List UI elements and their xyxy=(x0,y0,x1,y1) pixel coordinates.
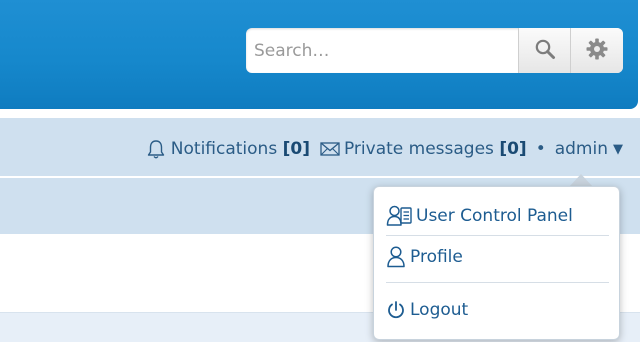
user-icon xyxy=(386,245,406,269)
advanced-search-button[interactable] xyxy=(570,28,623,73)
caret-down-icon: ▼ xyxy=(613,141,623,157)
menu-item-user-control-panel[interactable]: User Control Panel xyxy=(386,204,573,228)
search-box xyxy=(246,28,623,73)
search-button[interactable] xyxy=(518,28,570,73)
private-messages-label: Private messages xyxy=(343,139,494,159)
magnifier-icon xyxy=(534,38,556,64)
username-label: admin xyxy=(554,139,608,159)
user-card-icon xyxy=(386,204,412,228)
menu-item-logout[interactable]: Logout xyxy=(386,300,468,320)
menu-divider xyxy=(386,282,609,283)
menu-divider xyxy=(386,235,609,236)
envelope-icon xyxy=(320,141,340,157)
gear-icon xyxy=(585,37,609,65)
bell-icon xyxy=(145,138,167,160)
search-input[interactable] xyxy=(246,28,516,73)
notifications-link[interactable]: Notifications [0] xyxy=(145,138,310,160)
menu-item-label: Profile xyxy=(410,247,463,267)
menu-item-profile[interactable]: Profile xyxy=(386,245,463,269)
nav-separator: • xyxy=(535,139,546,159)
user-nav-links: Notifications [0] Private messages [0] •… xyxy=(145,138,623,160)
menu-item-label: User Control Panel xyxy=(416,206,573,226)
user-dropdown-menu: User Control Panel Profile Logout xyxy=(373,186,620,340)
notifications-label: Notifications xyxy=(170,139,278,159)
private-messages-link[interactable]: Private messages [0] xyxy=(320,139,527,159)
menu-item-label: Logout xyxy=(410,300,469,320)
power-icon xyxy=(386,300,406,320)
user-menu-toggle[interactable]: admin ▼ xyxy=(555,139,623,159)
site-header xyxy=(0,0,638,109)
page: Notifications [0] Private messages [0] •… xyxy=(0,0,640,342)
notifications-count: [0] xyxy=(282,139,310,159)
private-messages-count: [0] xyxy=(499,139,527,159)
